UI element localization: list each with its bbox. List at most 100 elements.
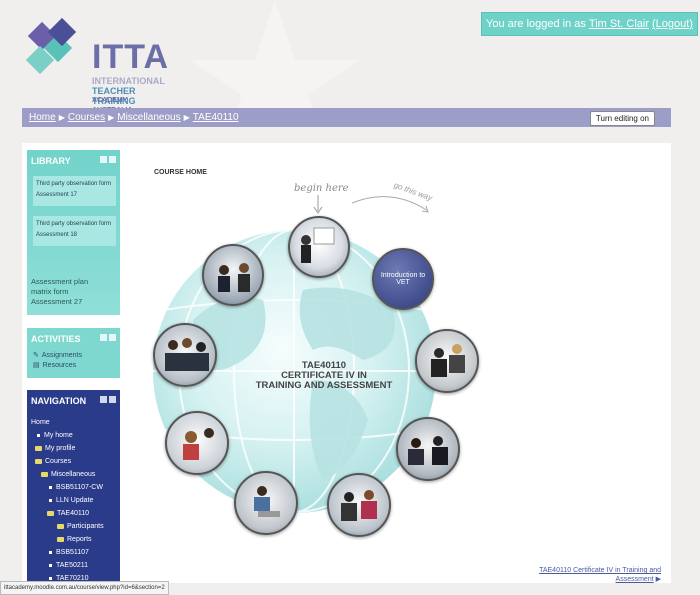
- activity-label: Resources: [42, 361, 77, 369]
- login-info: You are logged in as Tim St. Clair (Logo…: [481, 12, 698, 36]
- library-footer-line: matrix form: [31, 287, 69, 296]
- footer-link-line: Assessment: [615, 576, 654, 583]
- resource-icon: ▤: [33, 362, 40, 369]
- nav-item-home[interactable]: Home: [27, 416, 120, 429]
- chevron-right-icon: ▶: [58, 113, 65, 122]
- section-photo-2[interactable]: [202, 244, 264, 306]
- user-profile-link[interactable]: Tim St. Clair: [589, 18, 649, 30]
- activity-resources[interactable]: ▤ Resources: [27, 360, 120, 370]
- nav-item-my-profile[interactable]: My profile: [27, 442, 120, 455]
- nav-item-course[interactable]: BSB51107-CW: [27, 481, 120, 494]
- breadcrumb-courses[interactable]: Courses: [68, 112, 105, 123]
- folder-icon: [35, 446, 42, 451]
- begin-here-label: begin here: [294, 183, 349, 194]
- nav-label: My profile: [45, 445, 76, 452]
- section-photo-8[interactable]: [327, 473, 391, 537]
- workshop-icon: [341, 490, 377, 521]
- nav-item-participants[interactable]: Participants: [27, 520, 120, 533]
- logo-wordmark: ITTA: [92, 38, 170, 76]
- library-item-title: Third party observation form: [36, 221, 112, 227]
- activity-assignments[interactable]: ✎ Assignments: [27, 350, 120, 360]
- course-home-heading: COURSE HOME: [154, 169, 207, 176]
- bullet-icon: [49, 499, 52, 502]
- students-icon: [183, 428, 214, 460]
- browser-status-bar: ittacademy.moodle.com.au/course/view.php…: [0, 581, 169, 595]
- folder-open-icon: [41, 472, 48, 477]
- activities-block: ACTIVITIES ✎ Assignments ▤ Resources: [27, 328, 120, 378]
- nav-item-courses[interactable]: Courses: [27, 455, 120, 468]
- library-title: LIBRARY: [31, 156, 71, 166]
- bullet-icon: [49, 577, 52, 580]
- nav-item-reports[interactable]: Reports: [27, 533, 120, 546]
- nav-item-course[interactable]: LLN Update: [27, 494, 120, 507]
- meeting-icon: [218, 263, 250, 292]
- bullet-icon: [37, 434, 40, 437]
- library-footer-item[interactable]: Assessment plan matrix form Assessment 2…: [31, 277, 88, 307]
- section-photo-6[interactable]: [396, 417, 460, 481]
- logout-link[interactable]: (Logout): [652, 18, 693, 30]
- breadcrumb-tae40110[interactable]: TAE40110: [193, 112, 239, 123]
- arrow-right-icon: ▶: [655, 576, 661, 583]
- nav-label: My home: [44, 432, 73, 439]
- section-photo-7[interactable]: [234, 471, 298, 535]
- begin-arrow-icon: [313, 195, 323, 214]
- library-footer-line: Assessment 27: [31, 297, 83, 306]
- library-footer-line: Assessment plan: [31, 277, 89, 286]
- activity-label: Assignments: [41, 351, 82, 359]
- introduction-to-vet-label: Introduction to VET: [380, 272, 426, 286]
- bullet-icon: [49, 564, 52, 567]
- presentation-icon: [301, 227, 335, 263]
- block-controls[interactable]: [100, 396, 116, 403]
- turn-editing-on-button[interactable]: Turn editing on: [589, 111, 655, 126]
- login-prefix: You are logged in as: [486, 18, 586, 30]
- team-icon: [431, 344, 465, 377]
- section-photo-3[interactable]: [153, 323, 217, 387]
- chevron-right-icon: ▶: [108, 113, 115, 122]
- logo-line-1: INTERNATIONAL: [92, 76, 165, 86]
- library-item-title: Third party observation form: [36, 181, 112, 187]
- section-photo-5[interactable]: [165, 411, 229, 475]
- laptop-icon: [254, 486, 280, 517]
- nav-item-miscellaneous[interactable]: Miscellaneous: [27, 468, 120, 481]
- nav-label: BSB51107-CW: [56, 484, 103, 491]
- minimize-icon[interactable]: [100, 396, 107, 403]
- breadcrumb-home[interactable]: Home: [29, 112, 56, 123]
- nav-label: TAE40110: [57, 510, 90, 517]
- block-controls[interactable]: [100, 334, 116, 341]
- itta-logo[interactable]: ITTA INTERNATIONAL TEACHER TRAINING ACAD…: [22, 17, 168, 114]
- assignment-icon: ✎: [33, 352, 39, 359]
- main-content-frame: LIBRARY Third party observation form Ass…: [22, 143, 671, 585]
- breadcrumb: Home ▶ Courses ▶ Miscellaneous ▶ TAE4011…: [22, 108, 671, 127]
- nav-label: Home: [31, 419, 50, 426]
- library-item[interactable]: Third party observation form Assessment …: [33, 216, 116, 246]
- nav-item-course[interactable]: TAE50211: [27, 559, 120, 572]
- dock-icon[interactable]: [109, 396, 116, 403]
- bullet-icon: [49, 551, 52, 554]
- library-item-subtitle: Assessment 17: [36, 192, 78, 198]
- dock-icon[interactable]: [109, 156, 116, 163]
- section-photo-1[interactable]: [288, 216, 350, 278]
- dock-icon[interactable]: [109, 334, 116, 341]
- nav-label: LLN Update: [56, 497, 94, 504]
- course-footer-link[interactable]: TAE40110 Certificate IV in Training and …: [539, 566, 661, 584]
- nav-label: TAE50211: [56, 562, 89, 569]
- nav-item-course[interactable]: BSB51107: [27, 546, 120, 559]
- chevron-right-icon: ▶: [183, 113, 190, 122]
- minimize-icon[interactable]: [100, 334, 107, 341]
- nav-item-tae40110[interactable]: TAE40110: [27, 507, 120, 520]
- folder-icon: [57, 524, 64, 529]
- section-photo-introduction-to-vet[interactable]: Introduction to VET: [372, 248, 434, 310]
- minimize-icon[interactable]: [100, 156, 107, 163]
- group-icon: [165, 338, 209, 371]
- course-title-line: TRAINING AND ASSESSMENT: [255, 380, 393, 391]
- section-photo-4[interactable]: [415, 329, 479, 393]
- course-title: TAE40110 CERTIFICATE IV IN TRAINING AND …: [255, 361, 393, 391]
- navigation-block: NAVIGATION Home My home My profile Cours…: [27, 390, 120, 585]
- nav-item-my-home[interactable]: My home: [27, 429, 120, 442]
- block-controls[interactable]: [100, 156, 116, 163]
- library-item[interactable]: Third party observation form Assessment …: [33, 176, 116, 206]
- folder-open-icon: [47, 511, 54, 516]
- activities-title: ACTIVITIES: [31, 334, 81, 344]
- breadcrumb-miscellaneous[interactable]: Miscellaneous: [117, 112, 180, 123]
- library-block-header: LIBRARY: [27, 150, 120, 172]
